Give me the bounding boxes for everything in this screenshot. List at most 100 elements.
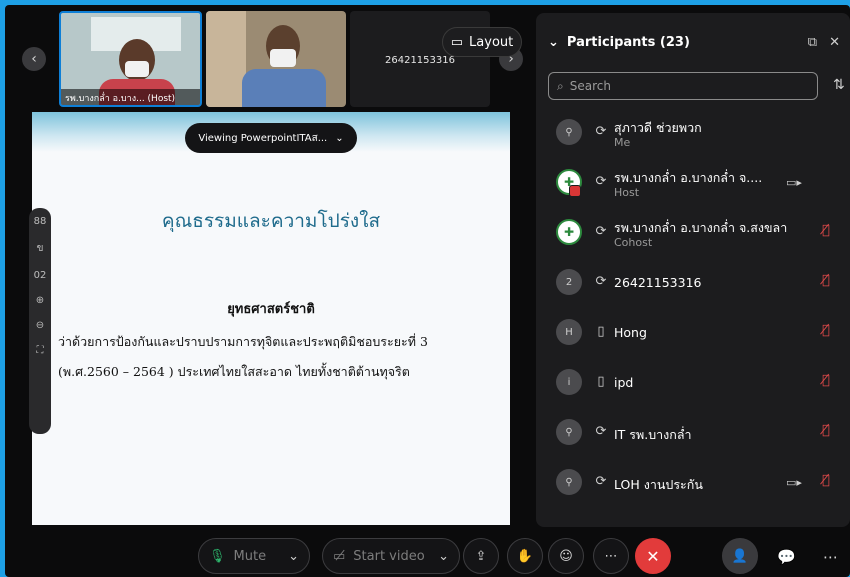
annotation-toolbar: 88 ข 02 ⊕ ⊖ ⛶ <box>29 208 51 434</box>
device-icon: ▯ <box>597 324 605 339</box>
camera-icon: ▭▸ <box>786 176 802 189</box>
video-tile-number[interactable]: 26421153316 <box>350 11 490 107</box>
video-label: Start video <box>353 548 425 564</box>
layout-icon: ▭ <box>450 34 464 50</box>
avatar-person-icon: ⚲ <box>556 119 582 145</box>
camera-icon: ▭▸ <box>786 476 802 489</box>
layout-button[interactable]: ▭ Layout <box>442 27 522 57</box>
device-icon: ⟳ <box>595 224 607 239</box>
video-strip: ‹ รพ.บางกล่ำ อ.บาง... (Host) 26421153316… <box>5 5 535 115</box>
mute-button[interactable]: 🎙 Mute ⌄ <box>198 538 310 574</box>
mic-muted-icon: 🎙̸ <box>822 423 830 438</box>
mic-muted-icon: 🎙̸ <box>822 323 830 338</box>
device-icon: ⟳ <box>595 274 607 289</box>
tile-label: รพ.บางกล่ำ อ.บาง... (Host) <box>61 89 200 105</box>
participant-name: IT รพ.บางกล่ำ <box>614 427 692 442</box>
participant-name: สุภาวดี ช่วยพวก <box>614 120 702 135</box>
prev-arrow-icon[interactable]: ‹ <box>22 47 46 71</box>
participant-name: Hong <box>614 325 647 340</box>
search-input[interactable]: ⌕ Search <box>548 72 818 100</box>
participants-button[interactable]: 👤 <box>722 538 758 574</box>
video-off-icon: ▭̸ <box>333 548 346 564</box>
slide-line-2: (พ.ศ.2560 – 2564 ) ประเทศไทยใสสะอาด ไทยท… <box>58 364 410 379</box>
participant-shirt <box>242 69 326 107</box>
hand-icon: ✋ <box>516 548 534 564</box>
page-number: 02 <box>33 270 47 281</box>
more-icon: ⋯ <box>604 548 618 564</box>
device-icon: ⟳ <box>595 124 607 139</box>
participant-row[interactable]: 2 ⟳ 26421153316 🎙̸ <box>536 259 850 309</box>
chevron-down-icon[interactable]: ⌄ <box>438 549 449 564</box>
close-icon[interactable]: ✕ <box>829 35 840 50</box>
participants-panel: ⌄ Participants (23) ⧉ ✕ ⌕ Search ⇅ ⚲ ⟳ สุภ… <box>536 13 850 527</box>
mic-muted-icon: 🎙̸ <box>822 273 830 288</box>
panel-header: ⌄ Participants (23) ⧉ ✕ <box>548 33 840 51</box>
device-icon: ⟳ <box>595 474 607 489</box>
reactions-button[interactable]: ☺ <box>548 538 584 574</box>
video-tile-host[interactable]: รพ.บางกล่ำ อ.บาง... (Host) <box>59 11 202 107</box>
chat-icon[interactable]: 💬 <box>777 548 796 566</box>
participant-role: Host <box>614 186 640 199</box>
participant-row[interactable]: ✚ ⟳ รพ.บางกล่ำ อ.บางกล่ำ จ.สงขลา Cohost 🎙̸ <box>536 209 850 259</box>
grid-tool[interactable]: 88 <box>34 216 47 227</box>
end-call-button[interactable]: ✕ <box>635 538 671 574</box>
person-icon: 👤 <box>731 548 749 564</box>
device-icon: ▯ <box>597 374 605 389</box>
participant-list: ⚲ ⟳ สุภาวดี ช่วยพวก Me ✚ ⟳ รพ.บางกล่ำ อ.บางกล่… <box>536 109 850 509</box>
slide-title: คุณธรรมและความโปร่งใส <box>161 210 381 232</box>
microphone-icon: 🎙 <box>209 548 226 564</box>
zoom-out-icon[interactable]: ⊖ <box>36 320 44 331</box>
mic-muted-icon: 🎙̸ <box>822 473 830 488</box>
chevron-down-icon[interactable]: ⌄ <box>288 549 299 564</box>
raise-hand-button[interactable]: ✋ <box>507 538 543 574</box>
participant-name: LOH งานประกัน <box>614 477 703 492</box>
more-icon[interactable]: ⋯ <box>823 548 838 566</box>
mic-muted-icon: 🎙̸ <box>822 223 830 238</box>
avatar: 2 <box>556 269 582 295</box>
face-mask <box>270 49 296 67</box>
participant-row[interactable]: ⚲ ⟳ สุภาวดี ช่วยพวก Me <box>536 109 850 159</box>
avatar-person-icon: ⚲ <box>556 469 582 495</box>
participant-name: รพ.บางกล่ำ อ.บางกล่ำ จ.สงขลา <box>614 220 788 235</box>
participant-row[interactable]: ⚲ ⟳ LOH งานประกัน ▭▸ 🎙̸ <box>536 459 850 509</box>
chevron-down-icon[interactable]: ⌄ <box>548 35 559 50</box>
participant-row[interactable]: ⚲ ⟳ IT รพ.บางกล่ำ 🎙̸ <box>536 409 850 459</box>
participant-row[interactable]: H ▯ Hong 🎙̸ <box>536 309 850 359</box>
avatar: ✚ <box>556 219 582 245</box>
start-video-button[interactable]: ▭̸ Start video ⌄ <box>322 538 460 574</box>
share-icon: ⇪ <box>475 548 487 564</box>
zoom-in-icon[interactable]: ⊕ <box>36 295 44 306</box>
slide-line-1: ว่าด้วยการป้องกันและปราบปรามการทุจิตและป… <box>58 334 428 349</box>
mute-label: Mute <box>233 548 267 564</box>
face-mask <box>125 61 149 77</box>
device-icon: ⟳ <box>595 174 607 189</box>
avatar-person-icon: ⚲ <box>556 419 582 445</box>
participant-row[interactable]: ✚ ⟳ รพ.บางกล่ำ อ.บางกล่ำ จ.... Host ▭▸ <box>536 159 850 209</box>
background-wall <box>206 11 246 107</box>
host-badge-icon <box>569 185 581 197</box>
participant-role: Me <box>614 136 631 149</box>
mic-muted-icon: 🎙̸ <box>822 373 830 388</box>
avatar: H <box>556 319 582 345</box>
chevron-down-icon: ⌄ <box>335 132 344 144</box>
popout-icon[interactable]: ⧉ <box>808 35 817 50</box>
panel-title: Participants (23) <box>566 34 690 50</box>
participant-name: รพ.บางกล่ำ อ.บางกล่ำ จ.... <box>614 170 763 185</box>
video-tile-participant[interactable] <box>206 11 346 107</box>
text-tool[interactable]: ข <box>37 241 44 256</box>
participant-role: Cohost <box>614 236 653 249</box>
share-button[interactable]: ⇪ <box>463 538 499 574</box>
meeting-window: ‹ รพ.บางกล่ำ อ.บาง... (Host) 26421153316… <box>5 5 850 577</box>
viewing-share-pill[interactable]: Viewing PowerpointITAส... ⌄ <box>185 123 357 153</box>
close-icon: ✕ <box>646 546 660 566</box>
fit-icon[interactable]: ⛶ <box>37 345 44 356</box>
control-bar: 🎙 Mute ⌄ ▭̸ Start video ⌄ ⇪ ✋ ☺ ⋯ ✕ 👤 💬 … <box>5 530 850 577</box>
sort-icon[interactable]: ⇅ <box>833 77 845 93</box>
avatar: i <box>556 369 582 395</box>
device-icon: ⟳ <box>595 424 607 439</box>
search-placeholder: Search <box>569 79 611 93</box>
more-options-button[interactable]: ⋯ <box>593 538 629 574</box>
participant-row[interactable]: i ▯ ipd 🎙̸ <box>536 359 850 409</box>
shared-slide: คุณธรรมและความโปร่งใส ยุทธศาสตร์ชาติ ว่า… <box>32 112 510 525</box>
participant-name: ipd <box>614 375 634 390</box>
